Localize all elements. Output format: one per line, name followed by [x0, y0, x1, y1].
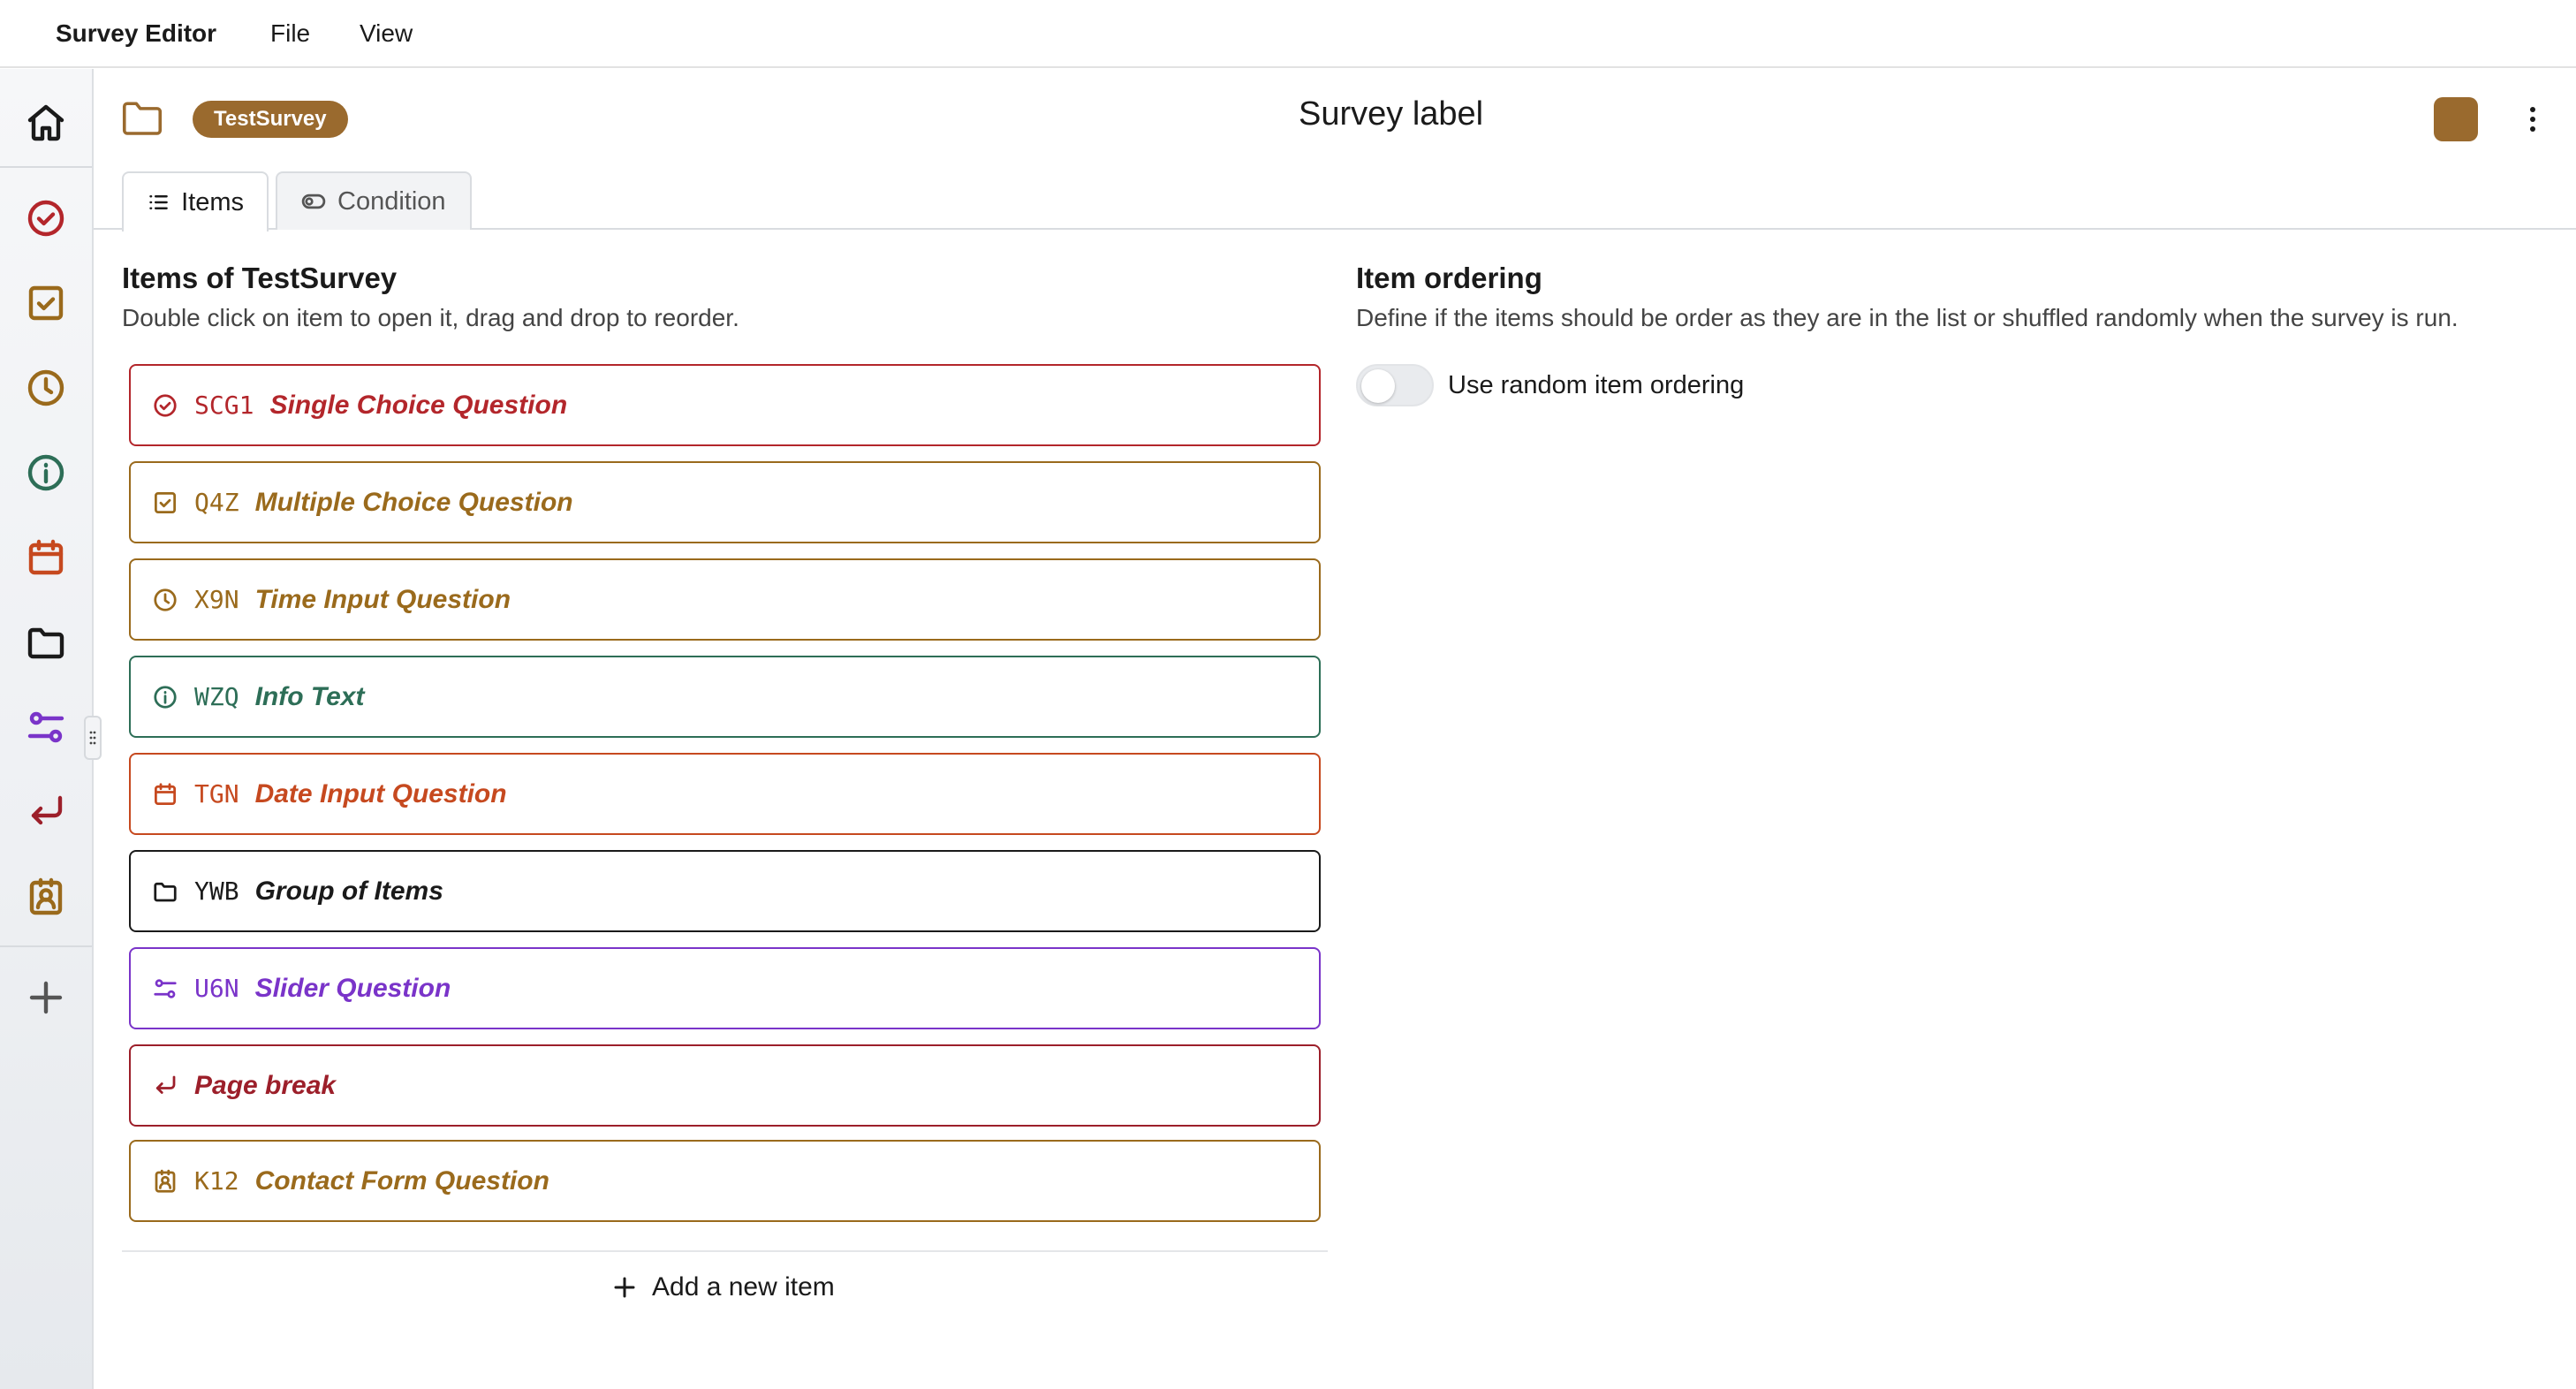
item-key: X9N: [194, 585, 239, 614]
sidebar-add-page-break[interactable]: [0, 772, 92, 852]
tab-items-label: Items: [181, 187, 244, 216]
single-choice-icon: [152, 392, 178, 419]
page-break-icon: [152, 1073, 178, 1099]
info-icon: [25, 452, 67, 494]
single-choice-icon: [25, 197, 67, 239]
plus-icon: [611, 1274, 638, 1301]
item-label: Date Input Question: [254, 778, 507, 808]
folder-icon: [152, 878, 178, 905]
item-label: Single Choice Question: [269, 390, 568, 420]
add-new-item-label: Add a new item: [652, 1272, 835, 1302]
survey-label[interactable]: Survey label: [1299, 95, 1483, 133]
ordering-panel-subtitle: Define if the items should be order as t…: [1356, 304, 2459, 331]
sidebar-add-slider[interactable]: [0, 687, 92, 767]
menu-file[interactable]: File: [270, 19, 310, 48]
item-label: Page break: [194, 1070, 337, 1100]
items-panel-subtitle: Double click on item to open it, drag an…: [122, 304, 739, 331]
item-key: WZQ: [194, 682, 239, 711]
clock-icon: [25, 367, 67, 409]
multiple-choice-icon: [25, 282, 67, 324]
folder-icon: [25, 621, 67, 664]
sidebar-add-info-text[interactable]: [0, 433, 92, 512]
item-card-single-choice[interactable]: SCG1 Single Choice Question: [129, 364, 1321, 446]
sidebar-resize-handle[interactable]: [84, 716, 102, 760]
sidebar-add-time-input[interactable]: [0, 348, 92, 428]
tab-condition-label: Condition: [337, 186, 446, 216]
page-break-icon: [25, 791, 67, 833]
item-card-info-text[interactable]: WZQ Info Text: [129, 656, 1321, 738]
tab-condition[interactable]: Condition: [276, 171, 472, 230]
item-key: SCG1: [194, 391, 254, 420]
item-label: Group of Items: [254, 876, 443, 906]
toggle-knob: [1361, 369, 1395, 403]
items-list-divider: [122, 1250, 1328, 1252]
survey-folder-icon: [115, 94, 170, 141]
item-label: Info Text: [254, 681, 365, 711]
sidebar-divider: [0, 945, 92, 947]
item-card-date-input[interactable]: TGN Date Input Question: [129, 753, 1321, 835]
item-label: Slider Question: [254, 973, 451, 1003]
item-card-contact-form[interactable]: K12 Contact Form Question: [129, 1140, 1321, 1222]
sidebar-add-multiple-choice[interactable]: [0, 263, 92, 343]
calendar-icon: [25, 536, 67, 579]
item-label: Contact Form Question: [254, 1165, 549, 1195]
item-key: Q4Z: [194, 488, 239, 517]
item-key: TGN: [194, 779, 239, 808]
slider-icon: [25, 706, 67, 748]
sidebar: [0, 69, 94, 1389]
sidebar-add-group[interactable]: [0, 603, 92, 682]
item-label: Multiple Choice Question: [254, 487, 573, 517]
item-card-time-input[interactable]: X9N Time Input Question: [129, 558, 1321, 641]
menu-view[interactable]: View: [360, 19, 413, 48]
toggle-icon: [300, 188, 327, 215]
calendar-icon: [152, 781, 178, 808]
item-card-multiple-choice[interactable]: Q4Z Multiple Choice Question: [129, 461, 1321, 543]
sidebar-add-date-input[interactable]: [0, 518, 92, 597]
more-options-icon[interactable]: [2522, 101, 2543, 138]
item-card-slider[interactable]: U6N Slider Question: [129, 947, 1321, 1029]
sidebar-add-contact-form[interactable]: [0, 857, 92, 937]
item-key: U6N: [194, 974, 239, 1003]
app-title: Survey Editor: [56, 19, 217, 47]
survey-color-swatch[interactable]: [2434, 97, 2478, 141]
sidebar-add-single-choice[interactable]: [0, 178, 92, 258]
random-ordering-toggle[interactable]: [1356, 364, 1434, 406]
grip-icon: [89, 731, 96, 745]
sidebar-add-button[interactable]: [0, 958, 92, 1037]
item-key: YWB: [194, 877, 239, 906]
contact-icon: [25, 876, 67, 918]
sidebar-home-button[interactable]: [0, 83, 92, 163]
ordering-panel-title: Item ordering: [1356, 262, 1542, 294]
slider-icon: [152, 975, 178, 1002]
home-icon: [25, 102, 67, 144]
item-card-page-break[interactable]: Page break: [129, 1044, 1321, 1127]
item-key: K12: [194, 1166, 239, 1195]
tab-items[interactable]: Items: [122, 171, 269, 231]
clock-icon: [152, 587, 178, 613]
add-icon: [25, 976, 67, 1019]
items-panel-title: Items of TestSurvey: [122, 262, 398, 294]
add-new-item-button[interactable]: Add a new item: [611, 1272, 835, 1302]
sidebar-divider: [0, 166, 92, 168]
contact-icon: [152, 1168, 178, 1195]
item-label: Time Input Question: [254, 584, 511, 614]
info-icon: [152, 684, 178, 710]
item-card-group[interactable]: YWB Group of Items: [129, 850, 1321, 932]
menubar: Survey Editor File View: [0, 0, 2576, 68]
survey-key-badge[interactable]: TestSurvey: [193, 101, 348, 138]
list-icon: [147, 189, 170, 216]
random-ordering-label: Use random item ordering: [1448, 371, 1745, 399]
multiple-choice-icon: [152, 490, 178, 516]
